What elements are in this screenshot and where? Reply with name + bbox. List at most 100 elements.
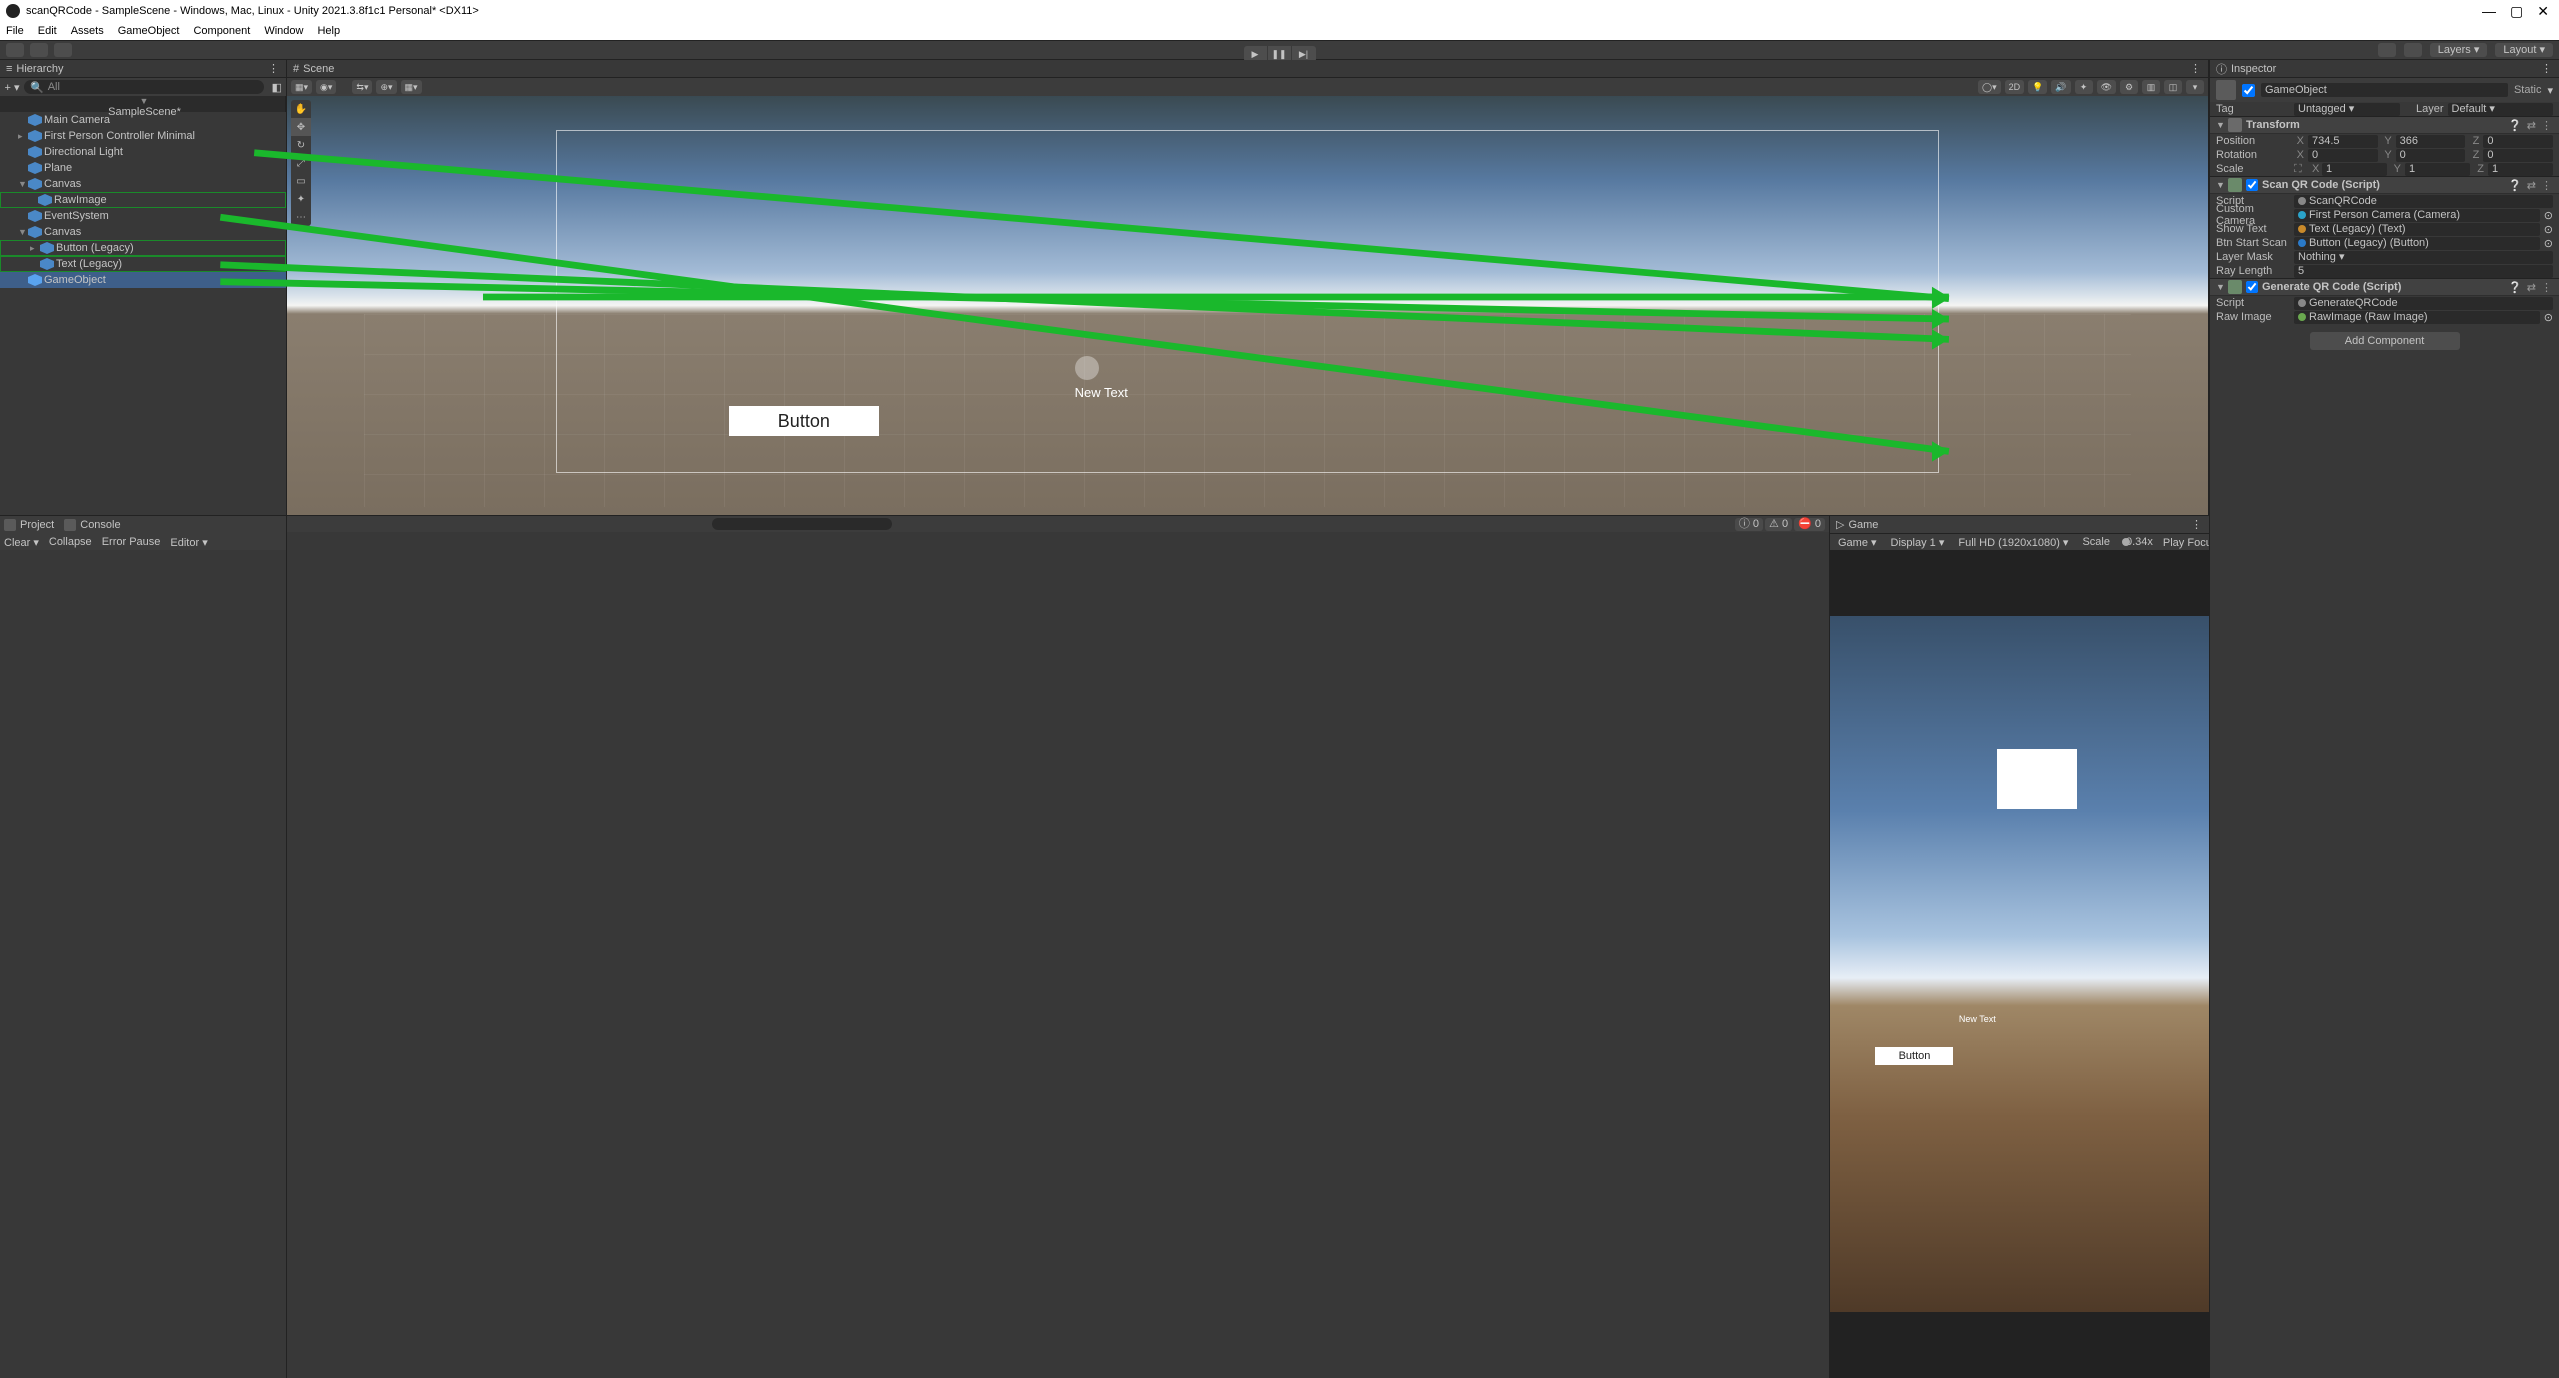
pos-z-field[interactable]: 0 xyxy=(2483,135,2553,148)
rot-y-field[interactable]: 0 xyxy=(2396,149,2466,162)
gizmo-toggle[interactable]: ⚙ xyxy=(2120,80,2138,94)
menu-edit[interactable]: Edit xyxy=(38,25,57,37)
handle-toggle[interactable]: ⊕▾ xyxy=(376,80,396,94)
hierarchy-item-text-legacy[interactable]: Text (Legacy) xyxy=(0,256,286,272)
console-search[interactable] xyxy=(712,518,892,530)
gameobject-icon[interactable] xyxy=(2216,80,2236,100)
hierarchy-item-eventsystem[interactable]: EventSystem xyxy=(0,208,286,224)
show-text-field[interactable]: Text (Legacy) (Text) xyxy=(2294,223,2540,236)
menu-component[interactable]: Component xyxy=(193,25,250,37)
raw-image-field[interactable]: RawImage (Raw Image) xyxy=(2294,311,2540,324)
hierarchy-item-canvas-1[interactable]: ▼Canvas xyxy=(0,176,286,192)
genqr-component-header[interactable]: ▼ Generate QR Code (Script) ❔ ⇄ ⋮ xyxy=(2210,278,2559,296)
scene-camera[interactable]: ◯▾ xyxy=(1978,80,2001,94)
project-tab[interactable]: Project xyxy=(4,519,54,531)
undo-icon[interactable] xyxy=(2378,43,2396,57)
grid-toggle[interactable]: ▦▾ xyxy=(401,80,422,94)
hierarchy-item-rawimage[interactable]: RawImage xyxy=(0,192,286,208)
shading-mode[interactable]: ▦▾ xyxy=(291,80,312,94)
search-icon[interactable] xyxy=(2404,43,2422,57)
component-menu-icon[interactable]: ❔ ⇄ ⋮ xyxy=(2508,179,2553,192)
game-viewport[interactable]: New Text Button xyxy=(1830,550,2209,1378)
scene-root[interactable]: ▼ SampleScene* xyxy=(0,96,286,112)
hierarchy-item-fp-controller[interactable]: ▸First Person Controller Minimal xyxy=(0,128,286,144)
menu-gameobject[interactable]: GameObject xyxy=(118,25,180,37)
minimize-button[interactable]: — xyxy=(2482,4,2496,18)
close-button[interactable]: ✕ xyxy=(2537,4,2549,18)
2d-toggle[interactable]: 2D xyxy=(2005,80,2025,94)
layout-dropdown[interactable]: Layout ▾ xyxy=(2495,43,2553,57)
pos-y-field[interactable]: 366 xyxy=(2396,135,2466,148)
scale-link-icon[interactable]: ⛶ xyxy=(2294,163,2308,176)
info-count[interactable]: ⓘ 0 xyxy=(1735,518,1763,531)
hierarchy-item-gameobject[interactable]: GameObject xyxy=(0,272,286,288)
display-dropdown[interactable]: Display 1 ▾ xyxy=(1887,536,1949,549)
gizmo3-toggle[interactable]: ◫ xyxy=(2164,80,2182,94)
rect-tool[interactable]: ▭ xyxy=(291,172,311,190)
gizmo2-toggle[interactable]: ▥ xyxy=(2142,80,2160,94)
menu-help[interactable]: Help xyxy=(317,25,340,37)
game-mode-dropdown[interactable]: Game ▾ xyxy=(1834,536,1881,549)
create-button[interactable]: + ▾ xyxy=(4,81,20,94)
error-pause-toggle[interactable]: Error Pause xyxy=(102,536,161,548)
hierarchy-filter-icon[interactable]: ◧ xyxy=(272,81,282,94)
vis-toggle[interactable]: 👁 xyxy=(2097,80,2116,94)
add-component-button[interactable]: Add Component xyxy=(2310,332,2460,350)
editor-dropdown[interactable]: Editor ▾ xyxy=(170,536,207,549)
resolution-dropdown[interactable]: Full HD (1920x1080) ▾ xyxy=(1954,536,2072,549)
pos-x-field[interactable]: 734.5 xyxy=(2308,135,2378,148)
scl-y-field[interactable]: 1 xyxy=(2405,163,2470,176)
audio-toggle[interactable]: 🔊 xyxy=(2051,80,2070,94)
custom-tool[interactable]: ⋯ xyxy=(291,208,311,226)
component-enabled-checkbox[interactable] xyxy=(2246,179,2258,191)
layer-mask-dropdown[interactable]: Nothing ▾ xyxy=(2294,251,2553,264)
fx-toggle[interactable]: ✦ xyxy=(2075,80,2093,94)
component-menu-icon[interactable]: ❔ ⇄ ⋮ xyxy=(2508,119,2553,132)
static-dropdown[interactable]: ▾ xyxy=(2547,84,2553,97)
menu-file[interactable]: File xyxy=(6,25,24,37)
inspector-tab[interactable]: ⓘ Inspector ⋮ xyxy=(2210,60,2559,78)
pivot-toggle[interactable]: ⇆▾ xyxy=(352,80,372,94)
hierarchy-tab[interactable]: ≡ Hierarchy ⋮ xyxy=(0,60,286,78)
collapse-toggle[interactable]: Collapse xyxy=(49,536,92,548)
layer-dropdown[interactable]: Default ▾ xyxy=(2448,103,2554,116)
component-enabled-checkbox[interactable] xyxy=(2246,281,2258,293)
transform-component-header[interactable]: ▼ Transform ❔ ⇄ ⋮ xyxy=(2210,116,2559,134)
scene-viewport[interactable]: ✋ ✥ ↻ ⤢ ▭ ✦ ⋯ New Text Button xyxy=(287,96,2208,515)
panel-menu-icon[interactable]: ⋮ xyxy=(2190,62,2202,75)
scale-tool[interactable]: ⤢ xyxy=(291,154,311,172)
panel-menu-icon[interactable]: ⋮ xyxy=(2191,518,2203,531)
object-picker-icon[interactable]: ⊙ xyxy=(2544,237,2553,250)
layers-dropdown[interactable]: Layers ▾ xyxy=(2430,43,2488,57)
scene-tab[interactable]: # Scene ⋮ xyxy=(287,60,2208,78)
transform-tool[interactable]: ✦ xyxy=(291,190,311,208)
history-icon[interactable] xyxy=(54,43,72,57)
game-tab[interactable]: ▷ Game ⋮ xyxy=(1830,516,2209,534)
clear-button[interactable]: Clear ▾ xyxy=(4,536,39,549)
component-menu-icon[interactable]: ❔ ⇄ ⋮ xyxy=(2508,281,2553,294)
tag-dropdown[interactable]: Untagged ▾ xyxy=(2294,103,2400,116)
light-toggle[interactable]: 💡 xyxy=(2028,80,2047,94)
object-picker-icon[interactable]: ⊙ xyxy=(2544,209,2553,222)
ray-length-field[interactable]: 5 xyxy=(2294,265,2553,278)
object-picker-icon[interactable]: ⊙ xyxy=(2544,223,2553,236)
gameobject-name-field[interactable]: GameObject xyxy=(2261,83,2508,97)
draw-mode[interactable]: ◉▾ xyxy=(316,80,336,94)
object-picker-icon[interactable]: ⊙ xyxy=(2544,311,2553,324)
error-count[interactable]: ⛔ 0 xyxy=(1794,518,1825,531)
gizmos-dropdown[interactable]: ▾ xyxy=(2186,80,2204,94)
hierarchy-item-main-camera[interactable]: Main Camera xyxy=(0,112,286,128)
scl-x-field[interactable]: 1 xyxy=(2322,163,2387,176)
scanqr-component-header[interactable]: ▼ Scan QR Code (Script) ❔ ⇄ ⋮ xyxy=(2210,176,2559,194)
rot-x-field[interactable]: 0 xyxy=(2308,149,2378,162)
hierarchy-item-dir-light[interactable]: Directional Light xyxy=(0,144,286,160)
rotate-tool[interactable]: ↻ xyxy=(291,136,311,154)
play-focused-dropdown[interactable]: Play Focused ▾ xyxy=(2159,536,2209,549)
hierarchy-item-button-legacy[interactable]: ▸Button (Legacy) xyxy=(0,240,286,256)
custom-camera-field[interactable]: First Person Camera (Camera) xyxy=(2294,209,2540,222)
hand-tool[interactable]: ✋ xyxy=(291,100,311,118)
hierarchy-item-plane[interactable]: Plane xyxy=(0,160,286,176)
btn-start-scan-field[interactable]: Button (Legacy) (Button) xyxy=(2294,237,2540,250)
maximize-button[interactable]: ▢ xyxy=(2510,4,2523,18)
console-tab[interactable]: Console xyxy=(64,519,120,531)
